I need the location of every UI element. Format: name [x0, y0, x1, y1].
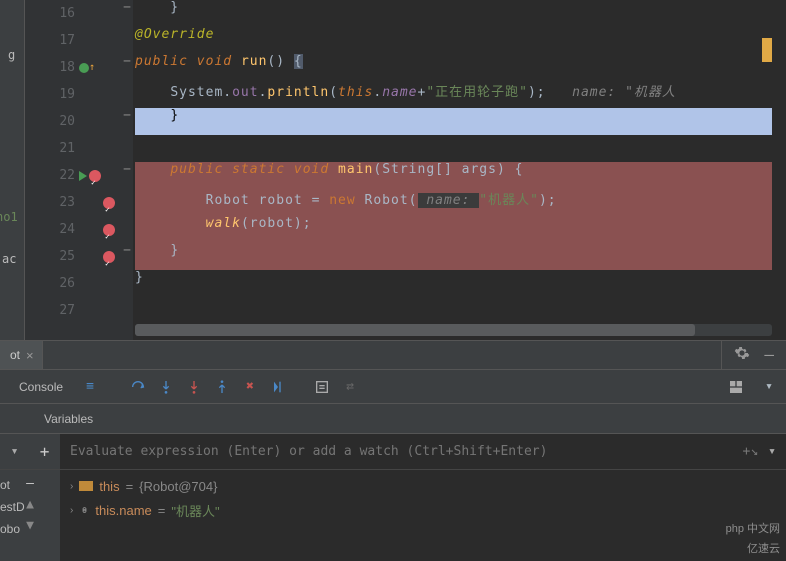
tab-actions: — — [722, 345, 786, 365]
watermark-text: 亿速云 — [747, 540, 780, 556]
code-line: } — [135, 108, 179, 123]
reference-icon: ⚭ — [77, 505, 91, 515]
code-editor[interactable]: 16 17 18 ↑ 19 20 21 22 23 24 25 26 27 − … — [25, 0, 786, 340]
evaluate-input[interactable] — [60, 444, 743, 459]
console-tab[interactable]: Console — [6, 375, 76, 399]
var-name: this — [99, 479, 119, 494]
left-edge-text: no1 — [0, 210, 18, 224]
add-watch-icon[interactable]: +↘ — [743, 444, 759, 459]
var-name: this.name — [95, 503, 151, 518]
run-marker-icon[interactable] — [79, 63, 89, 73]
line-number: 21 — [25, 135, 75, 162]
variables-tree[interactable]: — ▲ ▼ › this = {Robot@704} › ⚭ this.name… — [0, 470, 786, 561]
chevron-right-icon[interactable]: › — [70, 505, 73, 516]
close-icon[interactable]: × — [26, 348, 34, 363]
fold-column: − − − − − — [121, 0, 133, 340]
trace-icon[interactable]: ⇄ — [339, 376, 361, 398]
tab-spacer — [42, 341, 723, 369]
run-to-cursor-icon[interactable] — [267, 376, 289, 398]
frame-item[interactable]: ot — [0, 474, 28, 496]
line-number: 24 — [25, 216, 75, 243]
debug-tab-bar: ot × — — [0, 340, 786, 370]
layout-icon[interactable] — [725, 376, 747, 398]
frame-item[interactable]: obo — [0, 518, 28, 540]
threads-icon[interactable]: ≡ — [79, 376, 101, 398]
frames-list-edge: ot estD obo — [0, 474, 28, 540]
gear-icon[interactable] — [734, 345, 750, 365]
left-edge-text: ac — [2, 252, 16, 266]
fold-icon[interactable]: − — [121, 54, 133, 69]
breakpoint-icon[interactable] — [103, 251, 115, 263]
run-icon[interactable] — [79, 171, 87, 181]
watermark-text: php 中文网 — [726, 520, 780, 536]
tab-label: ot — [10, 348, 20, 362]
error-stripe-marker[interactable] — [762, 38, 772, 62]
fold-icon[interactable]: − — [121, 0, 133, 15]
watch-side-controls: ▾ + — [0, 434, 60, 469]
watermark: php 中文网 亿速云 — [686, 515, 786, 561]
watch-dropdown-icon[interactable]: ▾ — [768, 444, 776, 459]
line-number: 16 — [25, 0, 75, 27]
left-edge-text: g — [8, 48, 15, 62]
breakpoint-icon[interactable] — [103, 197, 115, 209]
line-number: 19 — [25, 81, 75, 108]
debug-toolbar: Console ≡ ✖ ⇄ ▾ — [0, 370, 786, 404]
line-number: 22 — [25, 162, 75, 189]
var-eq: = — [158, 503, 166, 518]
add-icon[interactable]: + — [40, 442, 50, 461]
drop-frame-icon[interactable]: ✖ — [239, 376, 261, 398]
object-icon — [79, 481, 93, 491]
override-icon[interactable]: ↑ — [89, 54, 95, 81]
line-number: 26 — [25, 270, 75, 297]
var-value: "机器人" — [171, 501, 219, 520]
var-eq: = — [126, 479, 134, 494]
breakpoint-icon[interactable] — [103, 224, 115, 236]
code-line: @Override — [135, 27, 214, 42]
fold-icon[interactable]: − — [121, 243, 133, 258]
force-step-into-icon[interactable] — [183, 376, 205, 398]
chevron-right-icon[interactable]: › — [70, 481, 73, 492]
variables-label: Variables — [44, 412, 93, 426]
watch-input-row: ▾ + +↘ ▾ — [0, 434, 786, 470]
code-line: walk(robot); — [135, 216, 312, 231]
scrollbar-thumb[interactable] — [135, 324, 695, 336]
line-number: 25 — [25, 243, 75, 270]
dropdown-icon[interactable]: ▾ — [758, 376, 780, 398]
breakpoint-icon[interactable] — [89, 170, 101, 182]
evaluate-icon[interactable] — [311, 376, 333, 398]
line-number: 18 — [25, 54, 75, 81]
line-number: 23 — [25, 189, 75, 216]
code-line: public static void main(String[] args) { — [135, 162, 523, 177]
horizontal-scrollbar[interactable] — [135, 324, 772, 336]
line-number: 17 — [25, 27, 75, 54]
code-line: } — [135, 270, 144, 285]
step-over-icon[interactable] — [127, 376, 149, 398]
code-line: public void run() { — [135, 54, 303, 69]
execution-line-highlight — [135, 108, 772, 135]
line-number: 20 — [25, 108, 75, 135]
step-out-icon[interactable] — [211, 376, 233, 398]
frame-item[interactable]: estD — [0, 496, 28, 518]
step-into-icon[interactable] — [155, 376, 177, 398]
fold-icon[interactable]: − — [121, 162, 133, 177]
line-number: 27 — [25, 297, 75, 324]
minimize-icon[interactable]: — — [764, 345, 774, 365]
code-line: } — [135, 243, 179, 258]
variables-header: Variables — [0, 404, 786, 434]
code-line: Robot robot = new Robot( name: "机器人"); — [135, 189, 557, 208]
fold-icon[interactable]: − — [121, 108, 133, 123]
variable-row[interactable]: › this = {Robot@704} — [70, 474, 217, 498]
debug-tab[interactable]: ot × — [0, 341, 42, 369]
code-line: System.out.println(this.name+"正在用轮子跑"); … — [135, 81, 676, 100]
chevron-down-icon[interactable]: ▾ — [11, 444, 19, 459]
project-panel-edge: g no1 ac — [0, 0, 25, 340]
variable-row[interactable]: › ⚭ this.name = "机器人" — [70, 498, 220, 522]
var-value: {Robot@704} — [139, 479, 217, 494]
code-line: } — [135, 0, 179, 15]
code-content[interactable]: − − − − − } @Override public void run() … — [121, 0, 786, 340]
editor-gutter: 16 17 18 ↑ 19 20 21 22 23 24 25 26 27 — [25, 0, 121, 340]
